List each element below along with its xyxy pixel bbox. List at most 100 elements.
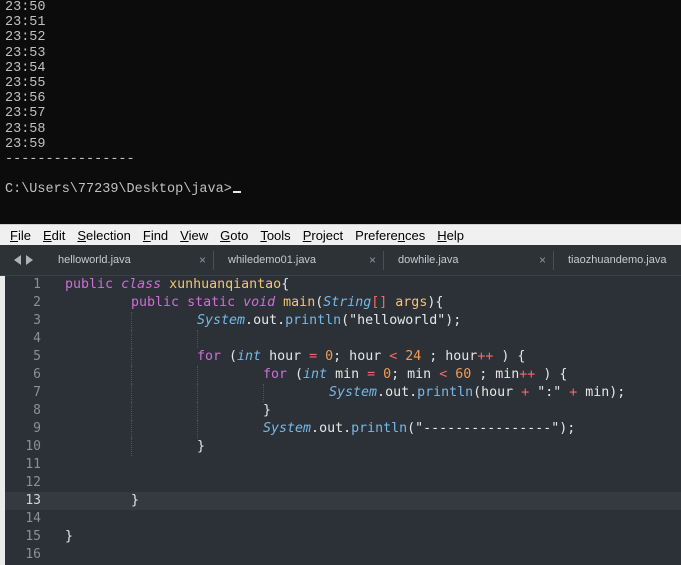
tab-bar: helloworld.java × whiledemo01.java × dowhile… — [0, 245, 681, 276]
code-line[interactable]: 10} — [5, 438, 681, 456]
line-number: 6 — [33, 367, 41, 382]
code-token: . — [377, 385, 386, 400]
code-token: System — [263, 421, 312, 436]
code-token: ) { — [493, 349, 526, 364]
code-line[interactable]: 12 — [5, 474, 681, 492]
line-number: 12 — [25, 475, 41, 490]
code-token: class — [121, 277, 162, 292]
indent-guide — [197, 420, 198, 438]
code-token: System — [197, 313, 246, 328]
code-line[interactable]: 4 — [5, 330, 681, 348]
close-icon[interactable]: × — [369, 245, 376, 276]
code-token: ++ — [477, 349, 494, 364]
code-line[interactable]: 2 public static void main(String[] args){ — [5, 294, 681, 312]
menu-bar: File Edit Selection Find View Goto Tools Projec… — [0, 224, 681, 245]
code-token: int — [303, 367, 328, 382]
code-token: out — [253, 313, 278, 328]
code-token: = — [309, 349, 318, 364]
code-token: public — [65, 277, 114, 292]
menu-view[interactable]: View — [174, 228, 214, 243]
tab-tiaozhuandemo-java[interactable]: tiaozhuandemo.java — [554, 245, 681, 276]
tab-dowhile-java[interactable]: dowhile.java × — [384, 245, 554, 276]
code-line[interactable]: 16 — [5, 546, 681, 564]
line-number: 15 — [25, 529, 41, 544]
code-token: = — [367, 367, 376, 382]
line-number: 3 — [33, 313, 41, 328]
code-token: 60 — [455, 367, 472, 382]
code-area[interactable]: 1 public class xunhuanqiantao{2 public sta… — [5, 276, 681, 565]
code-token: ( — [287, 367, 304, 382]
code-token: } — [263, 403, 272, 418]
console-output-line: 23:52 — [5, 30, 46, 46]
line-number: 11 — [25, 457, 41, 472]
menu-tools[interactable]: Tools — [254, 228, 296, 243]
console-prompt-line[interactable]: C:\Users\77239\Desktop\java> — [5, 182, 681, 197]
code-line[interactable]: 9 System.out.println("----------------"); — [5, 420, 681, 438]
menu-project[interactable]: Project — [297, 228, 349, 243]
code-line[interactable]: 8} — [5, 402, 681, 420]
menu-edit[interactable]: Edit — [37, 228, 71, 243]
line-number: 7 — [33, 385, 41, 400]
code-token: ){ — [427, 295, 444, 310]
menu-selection[interactable]: Selection — [71, 228, 136, 243]
code-token: (hour — [473, 385, 522, 400]
code-token: ("helloworld"); — [341, 313, 462, 328]
close-icon[interactable]: × — [199, 245, 206, 276]
tab-divider — [213, 251, 214, 270]
indent-guide — [131, 420, 132, 438]
line-number: 1 — [33, 277, 41, 292]
menu-help[interactable]: Help — [431, 228, 470, 243]
code-text: System.out.println(hour + ":" + min); — [329, 384, 625, 402]
code-text: for (int hour = 0; hour < 24 ; hour++ ) … — [197, 348, 525, 366]
code-line[interactable]: 7 System.out.println(hour + ":" + min); — [5, 384, 681, 402]
code-line[interactable]: 6 for (int min = 0; min < 60 ; min++ ) { — [5, 366, 681, 384]
tab-helloworld-java[interactable]: helloworld.java × — [44, 245, 214, 276]
code-line[interactable]: 13} — [5, 492, 681, 510]
code-token: . — [245, 313, 254, 328]
tab-divider — [553, 251, 554, 270]
tab-label: dowhile.java — [398, 254, 459, 266]
code-token: main — [283, 295, 316, 310]
arrow-left-icon[interactable] — [14, 255, 21, 265]
console-output-line: 23:58 — [5, 121, 46, 137]
code-line[interactable]: 15} — [5, 528, 681, 546]
tab-nav-arrows[interactable] — [14, 255, 33, 265]
indent-guide — [131, 402, 132, 420]
code-token: String — [323, 295, 372, 310]
code-token: ; min — [391, 367, 440, 382]
code-text: } — [131, 492, 139, 510]
code-token: ; hour — [333, 349, 390, 364]
tab-label: whiledemo01.java — [228, 254, 317, 266]
code-line[interactable]: 3 System.out.println("helloworld"); — [5, 312, 681, 330]
code-token: static — [187, 295, 236, 310]
code-token: ("----------------"); — [407, 421, 576, 436]
menu-goto[interactable]: Goto — [214, 228, 254, 243]
code-text: System.out.println("helloworld"); — [197, 312, 461, 330]
menu-preferences[interactable]: Preferences — [349, 228, 431, 243]
arrow-right-icon[interactable] — [26, 255, 33, 265]
code-text: public class xunhuanqiantao{ — [65, 276, 289, 294]
code-token: min — [327, 367, 368, 382]
code-token: ; min — [471, 367, 520, 382]
code-line[interactable]: 5 for (int hour = 0; hour < 24 ; hour++ )… — [5, 348, 681, 366]
code-token: out — [319, 421, 344, 436]
code-token: . — [343, 421, 352, 436]
code-token: int — [237, 349, 262, 364]
close-icon[interactable]: × — [539, 245, 546, 276]
console-prompt: C:\Users\77239\Desktop\java> — [5, 182, 232, 198]
code-token: println — [285, 313, 342, 328]
menu-find[interactable]: Find — [137, 228, 174, 243]
code-line[interactable]: 1 public class xunhuanqiantao{ — [5, 276, 681, 294]
line-number: 10 — [25, 439, 41, 454]
code-line[interactable]: 11 — [5, 456, 681, 474]
code-token: } — [131, 493, 140, 508]
tab-whiledemo01-java[interactable]: whiledemo01.java × — [214, 245, 384, 276]
menu-file[interactable]: File — [0, 228, 37, 243]
code-line[interactable]: 14 — [5, 510, 681, 528]
code-token: . — [311, 421, 320, 436]
code-text: public static void main(String[] args){ — [131, 294, 443, 312]
console-window[interactable]: 23:50 23:51 23:52 23:53 23:54 23:55 23:56 23:57… — [0, 0, 681, 224]
line-number: 14 — [25, 511, 41, 526]
console-output-line: ---------------- — [5, 151, 135, 167]
